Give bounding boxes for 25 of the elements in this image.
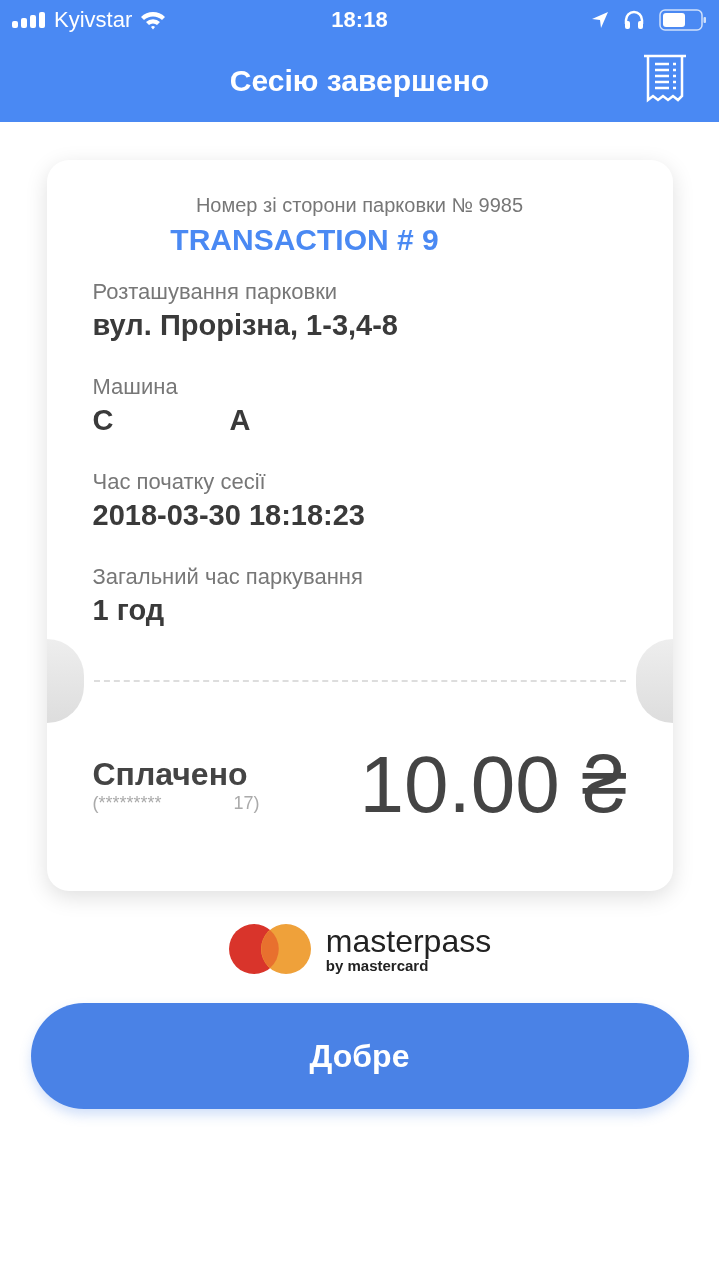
location-arrow-icon [591,11,609,29]
headphones-icon [623,10,645,30]
field-value: C A [92,404,252,437]
field-value: 1 год [92,594,166,627]
field-label: Час початку сесії [92,469,267,495]
carrier-name: Kyivstar [54,7,133,33]
paid-amount: 10.00 ₴ [359,739,627,831]
wifi-icon [140,10,167,30]
ok-button[interactable]: Добре [30,1003,689,1109]
mastercard-circles-icon [227,923,312,975]
screen-title: Сесію завершено [229,64,490,98]
field-value: 2018-03-30 18:18:23 [92,499,366,532]
brand-name: masterpass [325,924,492,957]
card-number: (********* 17) [92,793,260,814]
clock-time: 18:18 [330,7,389,33]
field-label: Машина [92,374,179,400]
field-value: вул. Прорізна, 1-3,4-8 [92,309,399,342]
receipt-icon[interactable] [643,54,687,104]
field-label: Загальний час паркування [92,564,364,590]
transaction-number: TRANSACTION # 9 [169,223,440,257]
battery-icon [659,9,707,31]
paid-label: Сплачено [92,756,249,793]
parking-number: Номер зі сторони парковки № 9985 [194,194,525,217]
signal-icon [12,12,46,28]
field-label: Розташування парковки [92,279,339,305]
